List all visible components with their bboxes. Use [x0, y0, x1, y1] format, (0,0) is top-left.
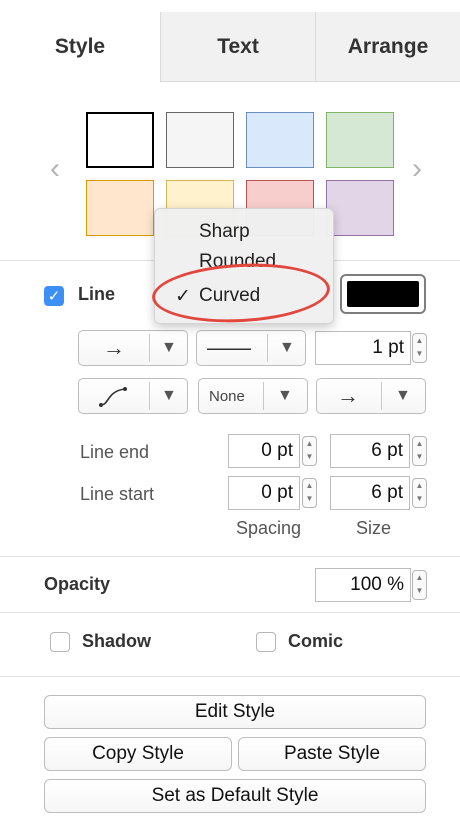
- solid-line-icon: ——: [207, 335, 251, 360]
- menu-item-sharp[interactable]: Sharp: [199, 221, 250, 243]
- spacing-caption: Spacing: [236, 518, 302, 538]
- size-caption: Size: [356, 518, 392, 538]
- line-end-marker-select[interactable]: → ▼: [316, 378, 426, 414]
- section-divider: [0, 556, 460, 557]
- line-start-size-input[interactable]: 6 pt: [330, 476, 410, 510]
- style-swatch[interactable]: [86, 112, 154, 168]
- copy-style-button[interactable]: Copy Style: [44, 737, 232, 771]
- format-tabs: Style Text Arrange: [0, 0, 460, 82]
- swatch-next-arrow[interactable]: ›: [412, 152, 422, 186]
- line-dash-select[interactable]: —— ▼: [196, 330, 306, 366]
- shadow-checkbox[interactable]: [50, 632, 70, 652]
- line-start-label: Line start: [80, 484, 155, 504]
- section-divider: [0, 676, 460, 677]
- comic-checkbox[interactable]: [256, 632, 276, 652]
- opacity-input[interactable]: 100 %: [315, 568, 411, 602]
- line-start-marker-select[interactable]: None ▼: [198, 378, 308, 414]
- section-divider: [0, 612, 460, 613]
- line-color-button[interactable]: [340, 274, 426, 314]
- waypoints-select[interactable]: ▼: [78, 378, 188, 414]
- line-label: Line: [78, 284, 116, 304]
- line-width-input[interactable]: 1 pt: [315, 331, 411, 365]
- chevron-down-icon: ▼: [277, 387, 293, 404]
- select-split: [149, 334, 150, 362]
- curved-connector-icon: [99, 387, 127, 407]
- style-swatch[interactable]: [326, 112, 394, 168]
- style-swatch[interactable]: [326, 180, 394, 236]
- tab-text[interactable]: Text: [161, 12, 315, 82]
- opacity-stepper[interactable]: ▲ ▼: [412, 570, 427, 600]
- arrow-right-icon: →: [337, 383, 359, 408]
- select-split: [267, 334, 268, 362]
- line-end-label: Line end: [80, 442, 150, 462]
- comic-label: Comic: [288, 631, 344, 651]
- select-split: [149, 382, 150, 410]
- line-start-spacing-stepper[interactable]: ▲ ▼: [302, 478, 317, 508]
- line-end-spacing-stepper[interactable]: ▲ ▼: [302, 436, 317, 466]
- line-end-spacing-input[interactable]: 0 pt: [228, 434, 300, 468]
- style-swatch[interactable]: [86, 180, 154, 236]
- line-start-marker-value: None: [209, 388, 245, 405]
- line-checkbox[interactable]: ✓: [44, 286, 64, 306]
- line-color-fill: [347, 281, 419, 307]
- line-end-size-input[interactable]: 6 pt: [330, 434, 410, 468]
- style-swatch[interactable]: [166, 112, 234, 168]
- set-default-style-button[interactable]: Set as Default Style: [44, 779, 426, 813]
- line-width-stepper[interactable]: ▲ ▼: [412, 333, 427, 363]
- style-swatch[interactable]: [246, 112, 314, 168]
- tab-style[interactable]: Style: [0, 12, 160, 82]
- tab-arrange[interactable]: Arrange: [316, 12, 460, 82]
- opacity-label: Opacity: [44, 574, 111, 594]
- select-split: [263, 382, 264, 410]
- chevron-down-icon: ▼: [161, 387, 177, 404]
- line-start-spacing-input[interactable]: 0 pt: [228, 476, 300, 510]
- shadow-label: Shadow: [82, 631, 152, 651]
- chevron-down-icon: ▼: [161, 339, 177, 356]
- line-pattern-select[interactable]: → ▼: [78, 330, 188, 366]
- line-end-size-stepper[interactable]: ▲ ▼: [412, 436, 427, 466]
- line-start-size-stepper[interactable]: ▲ ▼: [412, 478, 427, 508]
- chevron-down-icon: ▼: [279, 339, 295, 356]
- select-split: [381, 382, 382, 410]
- chevron-down-icon: ▼: [395, 387, 411, 404]
- edit-style-button[interactable]: Edit Style: [44, 695, 426, 729]
- paste-style-button[interactable]: Paste Style: [238, 737, 426, 771]
- swatch-prev-arrow[interactable]: ‹: [50, 152, 60, 186]
- arrow-right-icon: →: [103, 335, 125, 360]
